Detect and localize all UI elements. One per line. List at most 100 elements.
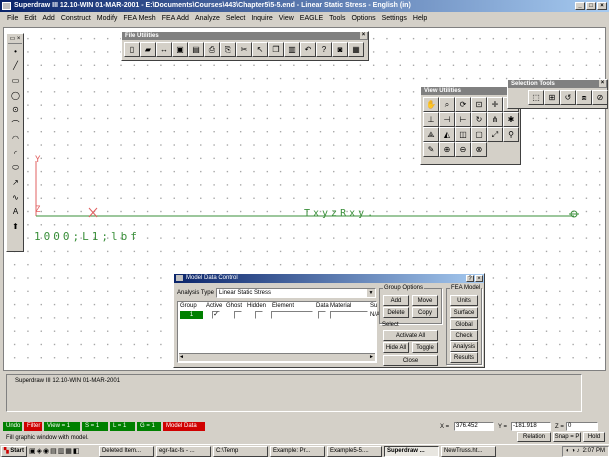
group-cell[interactable]: 1 <box>180 311 203 319</box>
save-icon[interactable]: ▣ <box>172 42 188 57</box>
menu-edit[interactable]: Edit <box>21 13 39 24</box>
circle-center-icon[interactable]: ⊙ <box>8 102 23 117</box>
menu-add[interactable]: Add <box>39 13 57 24</box>
dialog-close-button[interactable]: × <box>475 275 483 282</box>
status-button-g-1[interactable]: G = 1 <box>137 422 161 431</box>
hidden-checkbox[interactable] <box>255 311 263 319</box>
zoom-window-icon[interactable]: ⊡ <box>471 97 487 112</box>
analysis-button[interactable]: Analysis <box>450 341 478 352</box>
view-iso-icon[interactable]: ⟁ <box>423 127 439 142</box>
axes-icon[interactable]: ⋔ <box>487 112 503 127</box>
start-button[interactable]: ▚ Start <box>1 445 27 457</box>
tray-icons[interactable]: ◐ ◑ ♪ <box>566 447 580 456</box>
paste-icon[interactable]: ▥ <box>284 42 300 57</box>
quick-launch[interactable]: ▣◈◉▤▥▦◧ <box>29 447 99 455</box>
menu-options[interactable]: Options <box>348 13 378 24</box>
arc-tangent-icon[interactable]: ◜ <box>8 146 23 161</box>
fit-icon[interactable]: ⤢ <box>487 127 503 142</box>
snap-button[interactable]: Snap = P <box>553 432 581 442</box>
text-icon[interactable]: A <box>8 205 23 220</box>
global-button[interactable]: Global <box>450 319 478 330</box>
status-button-filter[interactable]: Filter <box>24 422 42 431</box>
menu-analyze[interactable]: Analyze <box>192 13 223 24</box>
delete-button[interactable]: Delete <box>383 307 409 318</box>
fillet-icon[interactable]: ↗ <box>8 175 23 190</box>
zoom-icon[interactable]: ⌕ <box>439 97 455 112</box>
taskbar-item[interactable]: Deleted Item... <box>98 445 154 457</box>
rectangle-icon[interactable]: ▭ <box>8 73 23 88</box>
select-all-icon[interactable]: ⧈ <box>576 90 592 105</box>
add-button[interactable]: Add <box>383 295 409 306</box>
print-setup-icon[interactable]: ⎘ <box>220 42 236 57</box>
copy-icon[interactable]: ❐ <box>268 42 284 57</box>
box-icon[interactable]: ▢ <box>471 127 487 142</box>
taskbar-item[interactable]: C:\Temp <box>212 445 268 457</box>
print-icon[interactable]: ⎙ <box>204 42 220 57</box>
status-button-s-1[interactable]: S = 1 <box>82 422 108 431</box>
taskbar-item[interactable]: NewTruss.ht... <box>440 445 496 457</box>
menu-modify[interactable]: Modify <box>94 13 121 24</box>
results-button[interactable]: Results <box>450 352 478 363</box>
view-xy-icon[interactable]: ⊥ <box>423 112 439 127</box>
view-3d-icon[interactable]: ◭ <box>439 127 455 142</box>
copy-button[interactable]: Copy <box>412 307 438 318</box>
menu-construct[interactable]: Construct <box>58 13 94 24</box>
move-button[interactable]: Move <box>412 295 438 306</box>
x-coord-field[interactable]: 376.452 <box>454 422 494 431</box>
arc-3pt-icon[interactable]: ◠ <box>8 132 23 147</box>
select-add-icon[interactable]: ⊞ <box>544 90 560 105</box>
toggle-button[interactable]: Toggle <box>412 342 438 353</box>
activate-all-button[interactable]: Activate All <box>383 330 438 341</box>
view-utilities-title[interactable]: View Utilities <box>421 87 520 95</box>
model-data-control-title[interactable]: Model Data Control ? × <box>174 274 484 283</box>
ellipse-icon[interactable]: ⬭ <box>8 161 23 176</box>
surface-button[interactable]: Surface <box>450 307 478 318</box>
menu-inquire[interactable]: Inquire <box>248 13 275 24</box>
select-cycle-icon[interactable]: ↺ <box>560 90 576 105</box>
hold-button[interactable]: Hold <box>583 432 605 442</box>
dialog-close-action-button[interactable]: Close <box>383 355 438 366</box>
rotate-icon[interactable]: ⟳ <box>455 97 471 112</box>
view-dim-icon[interactable]: ◫ <box>455 127 471 142</box>
clip-icon[interactable]: ▦ <box>348 42 364 57</box>
arc-icon[interactable]: ⌒ <box>8 117 23 132</box>
spin-icon[interactable]: ✱ <box>503 112 519 127</box>
undo-icon[interactable]: ↶ <box>300 42 316 57</box>
status-button-view-1[interactable]: View = 1 <box>44 422 80 431</box>
menu-select[interactable]: Select <box>223 13 248 24</box>
measure-icon[interactable]: ⚲ <box>503 127 519 142</box>
point-icon[interactable]: • <box>8 44 23 59</box>
help-button[interactable]: ? <box>466 275 474 282</box>
check-button[interactable]: Check <box>450 330 478 341</box>
ghost-checkbox[interactable] <box>234 311 242 319</box>
view-yz-icon[interactable]: ⊣ <box>439 112 455 127</box>
menu-view[interactable]: View <box>276 13 297 24</box>
menu-settings[interactable]: Settings <box>379 13 410 24</box>
status-button-undo[interactable]: Undo <box>3 422 22 431</box>
file-utilities-title[interactable]: File Utilities × <box>122 32 368 40</box>
analysis-type-select[interactable]: Linear Static Stress ▼ <box>216 288 376 298</box>
menu-help[interactable]: Help <box>410 13 430 24</box>
z-coord-field[interactable]: 0 <box>566 422 598 431</box>
close-button[interactable]: × <box>597 2 607 10</box>
element-field[interactable] <box>271 311 313 319</box>
menu-fea-mesh[interactable]: FEA Mesh <box>120 13 158 24</box>
menu-tools[interactable]: Tools <box>326 13 348 24</box>
pan-icon[interactable]: ✋ <box>423 97 439 112</box>
status-button-l-1[interactable]: L = 1 <box>110 422 135 431</box>
open-icon[interactable]: ▰ <box>140 42 156 57</box>
active-checkbox[interactable]: ✓ <box>212 311 220 319</box>
help-icon[interactable]: ? <box>316 42 332 57</box>
taskbar-item[interactable]: Example: Pr... <box>269 445 325 457</box>
menu-fea-add[interactable]: FEA Add <box>159 13 192 24</box>
arrow-icon[interactable]: ↖ <box>252 42 268 57</box>
select-icon[interactable]: ⬚ <box>528 90 544 105</box>
taskbar-item[interactable]: Superdraw ... <box>383 445 439 457</box>
center-icon[interactable]: ✛ <box>487 97 503 112</box>
relation-button[interactable]: Relation <box>517 432 551 442</box>
line-icon[interactable]: ╱ <box>8 59 23 74</box>
maximize-button[interactable]: □ <box>586 2 596 10</box>
deselect-icon[interactable]: ⊘ <box>592 90 608 105</box>
rotate-free-icon[interactable]: ↻ <box>471 112 487 127</box>
material-field[interactable] <box>330 311 368 319</box>
